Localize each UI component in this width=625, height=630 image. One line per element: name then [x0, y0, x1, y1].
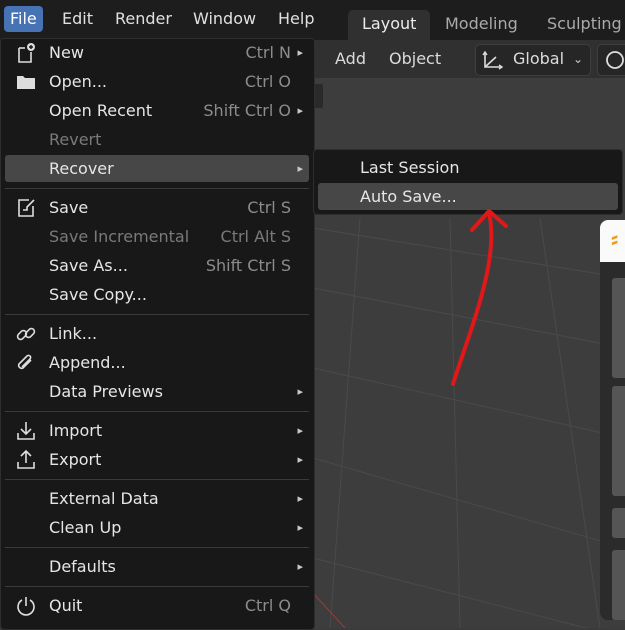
panel-tab[interactable]: ⸗: [600, 220, 625, 262]
side-panel: ⸗: [600, 220, 625, 620]
menu-item-new-label: New: [49, 43, 84, 62]
chevron-right-icon: ▸: [297, 162, 303, 175]
chevron-down-icon: ⌄: [573, 52, 584, 66]
menu-item-save[interactable]: Save Ctrl S: [5, 194, 309, 221]
add-menu[interactable]: Add: [325, 45, 376, 73]
menu-item-save-as-label: Save As...: [49, 256, 128, 275]
panel-slot: [612, 550, 625, 620]
menu-item-data-previews[interactable]: Data Previews ▸: [5, 378, 309, 405]
menu-item-recover[interactable]: Recover ▸: [5, 155, 309, 182]
menu-item-external-data[interactable]: External Data ▸: [5, 485, 309, 512]
menu-divider: [5, 411, 309, 412]
menu-item-open[interactable]: Open... Ctrl O: [5, 68, 309, 95]
menu-item-auto-save-label: Auto Save...: [360, 187, 457, 206]
orientation-label: Global: [513, 49, 565, 68]
menu-item-link-label: Link...: [49, 324, 98, 343]
menu-item-save-incremental: Save Incremental Ctrl Alt S: [5, 223, 309, 250]
menu-item-append[interactable]: Append...: [5, 349, 309, 376]
menu-item-defaults[interactable]: Defaults ▸: [5, 553, 309, 580]
transform-orientation-icon: [482, 50, 504, 74]
menu-item-open-recent-label: Open Recent: [49, 101, 153, 120]
menu-help[interactable]: Help: [272, 6, 320, 32]
menu-item-open-label: Open...: [49, 72, 107, 91]
shortcut: Shift Ctrl S: [205, 256, 291, 275]
pivot-dropdown[interactable]: [597, 44, 625, 76]
menu-item-save-as[interactable]: Save As... Shift Ctrl S: [5, 252, 309, 279]
menu-item-clean-up[interactable]: Clean Up ▸: [5, 514, 309, 541]
power-icon: [15, 595, 37, 617]
chevron-right-icon: ▸: [297, 424, 303, 437]
shortcut: Shift Ctrl O: [203, 101, 291, 120]
menu-divider: [5, 547, 309, 548]
shortcut: Ctrl N: [245, 43, 291, 62]
top-bar: File Edit Render Window Help Layout Mode…: [0, 0, 625, 40]
chevron-right-icon: ▸: [297, 521, 303, 534]
menu-item-external-data-label: External Data: [49, 489, 159, 508]
link-icon: [604, 49, 625, 75]
menu-edit[interactable]: Edit: [56, 6, 99, 32]
menu-divider: [5, 586, 309, 587]
panel-slot: [612, 386, 625, 496]
import-icon: [15, 420, 37, 442]
menu-item-quit[interactable]: Quit Ctrl Q: [5, 592, 309, 619]
menu-item-data-previews-label: Data Previews: [49, 382, 163, 401]
tab-modeling[interactable]: Modeling: [431, 10, 532, 40]
chevron-right-icon: ▸: [297, 492, 303, 505]
app-glyph-icon: ⸗: [611, 227, 619, 252]
menu-item-save-copy-label: Save Copy...: [49, 285, 147, 304]
new-file-icon: [15, 42, 37, 64]
menu-divider: [5, 314, 309, 315]
menu-item-export-label: Export: [49, 450, 102, 469]
menu-item-quit-label: Quit: [49, 596, 83, 615]
menu-item-clean-up-label: Clean Up: [49, 518, 122, 537]
menu-item-last-session-label: Last Session: [360, 158, 460, 177]
menu-item-link[interactable]: Link...: [5, 320, 309, 347]
menu-divider: [5, 479, 309, 480]
menu-item-last-session[interactable]: Last Session: [318, 154, 618, 181]
shortcut: Ctrl Q: [244, 596, 291, 615]
export-icon: [15, 449, 37, 471]
panel-slot: [612, 278, 625, 378]
menu-item-open-recent[interactable]: Open Recent Shift Ctrl O ▸: [5, 97, 309, 124]
menu-item-export[interactable]: Export ▸: [5, 446, 309, 473]
shortcut: Ctrl Alt S: [220, 227, 291, 246]
chevron-right-icon: ▸: [297, 453, 303, 466]
menu-item-append-label: Append...: [49, 353, 126, 372]
folder-icon: [15, 71, 37, 93]
file-menu: New Ctrl N ▸ Open... Ctrl O Open Recent …: [0, 38, 315, 630]
chevron-right-icon: ▸: [297, 560, 303, 573]
menu-item-recover-label: Recover: [49, 159, 114, 178]
menu-item-auto-save[interactable]: Auto Save...: [318, 183, 618, 210]
recover-submenu: Last Session Auto Save...: [313, 149, 623, 215]
menu-item-new[interactable]: New Ctrl N ▸: [5, 39, 309, 66]
menu-render[interactable]: Render: [109, 6, 178, 32]
chevron-right-icon: ▸: [297, 385, 303, 398]
chevron-right-icon: ▸: [297, 104, 303, 117]
shortcut: Ctrl O: [244, 72, 291, 91]
tab-sculpting[interactable]: Sculpting: [533, 10, 625, 40]
menu-item-defaults-label: Defaults: [49, 557, 116, 576]
paperclip-icon: [15, 352, 37, 374]
shortcut: Ctrl S: [247, 198, 291, 217]
link-icon: [15, 323, 37, 345]
orientation-dropdown[interactable]: Global ⌄: [475, 44, 591, 76]
tab-layout[interactable]: Layout: [348, 10, 431, 40]
chevron-right-icon: ▸: [297, 46, 303, 59]
menu-window[interactable]: Window: [187, 6, 262, 32]
menu-item-import[interactable]: Import ▸: [5, 417, 309, 444]
menu-item-save-copy[interactable]: Save Copy...: [5, 281, 309, 308]
menu-item-revert-label: Revert: [49, 130, 102, 149]
object-menu[interactable]: Object: [379, 45, 451, 73]
menu-item-import-label: Import: [49, 421, 103, 440]
menu-item-save-label: Save: [49, 198, 89, 217]
menu-item-save-incremental-label: Save Incremental: [49, 227, 190, 246]
panel-slot: [612, 508, 625, 538]
menu-divider: [5, 188, 309, 189]
menu-file[interactable]: File: [4, 6, 43, 32]
menu-item-revert: Revert: [5, 126, 309, 153]
save-icon: [15, 197, 37, 219]
